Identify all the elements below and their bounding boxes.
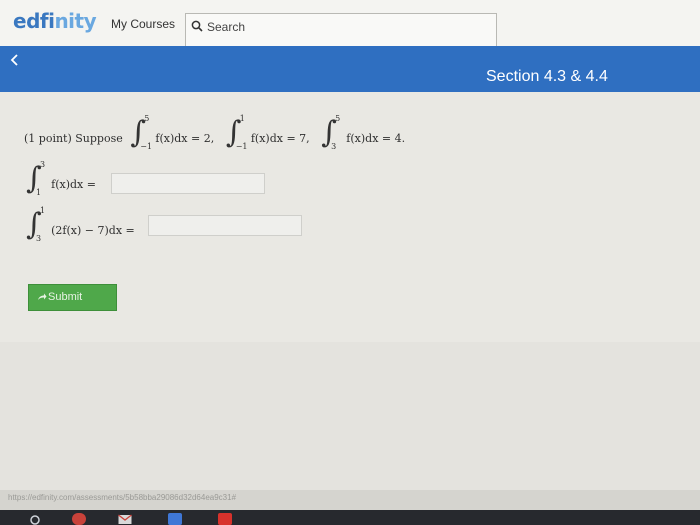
status-url: https://edfinity.com/assessments/5b58bba… bbox=[8, 493, 237, 502]
search-placeholder: Search bbox=[207, 20, 246, 34]
os-taskbar bbox=[0, 510, 700, 525]
my-courses-link[interactable]: My Courses bbox=[111, 17, 175, 31]
docs-icon[interactable] bbox=[168, 513, 182, 525]
search-icon bbox=[191, 20, 203, 32]
integral-part-a: ∫ 3 1 bbox=[26, 160, 46, 197]
section-title: Section 4.3 & 4.4 bbox=[486, 68, 608, 85]
chevron-left-icon[interactable] bbox=[9, 54, 21, 66]
answer-input-a[interactable] bbox=[111, 173, 265, 194]
integral-given-2: ∫ 1 −1 bbox=[225, 114, 248, 151]
problem-statement: (1 point) Suppose ∫ 5 −1 f(x)dx = 2, ∫ 1… bbox=[24, 114, 406, 151]
mail-icon[interactable] bbox=[118, 513, 132, 525]
circle-icon[interactable] bbox=[28, 513, 42, 525]
youtube-icon[interactable] bbox=[218, 513, 232, 525]
chrome-icon[interactable] bbox=[72, 513, 86, 525]
submit-button[interactable]: Submit bbox=[28, 284, 117, 311]
edfinity-logo[interactable]: edfinity bbox=[13, 9, 97, 33]
integral-given-1: ∫ 5 −1 bbox=[130, 114, 153, 151]
integral-part-b: ∫ 1 3 bbox=[26, 206, 46, 243]
part-b: ∫ 1 3 (2f(x) − 7)dx = bbox=[26, 206, 135, 243]
share-arrow-icon bbox=[38, 293, 47, 300]
points-label: (1 point) Suppose bbox=[24, 132, 123, 145]
part-a: ∫ 3 1 f(x)dx = bbox=[26, 160, 96, 197]
answer-input-b[interactable] bbox=[148, 215, 302, 236]
integral-given-3: ∫ 5 3 bbox=[321, 114, 341, 151]
